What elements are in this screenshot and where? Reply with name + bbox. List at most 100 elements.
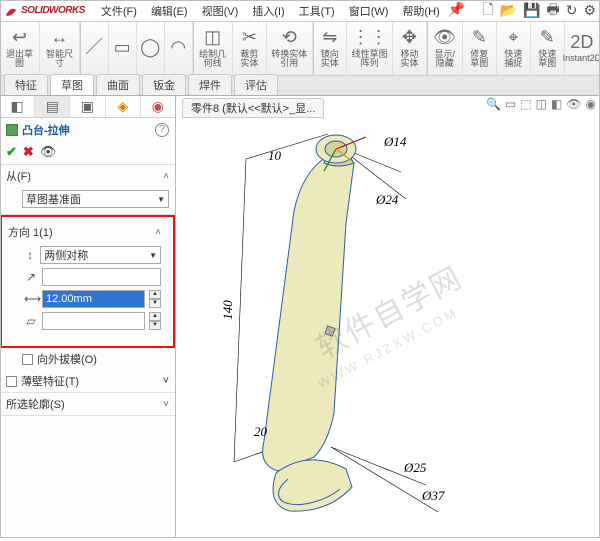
thin-feature-checkbox[interactable] [6,376,17,387]
preview-toggle-icon[interactable]: 👁 [40,144,57,160]
quick-snap-label: 快速捕捉 [501,50,526,70]
line-tool-button[interactable]: ／ [81,22,109,75]
draft-spinner[interactable]: ▲▼ [149,312,161,330]
dim-37: Ø37 [422,488,444,504]
tab-surface[interactable]: 曲面 [96,74,140,95]
section-view-icon[interactable]: ◧ [551,97,562,111]
menu-file[interactable]: 文件(F) [95,1,143,21]
spin-up-icon[interactable]: ▲ [149,312,161,321]
thin-feature-header[interactable]: 薄壁特征(T) ˅ [0,370,175,392]
print-icon[interactable]: 🖶 [546,0,559,23]
quick-access-toolbar: 🗋 📂 💾 🖶 ↻ ⚙ [482,0,596,23]
quick-sketch-button[interactable]: ✎快速草图 [531,22,565,75]
hide-show-icon[interactable]: 👁 [566,97,581,111]
tab-sketch[interactable]: 草图 [50,74,94,95]
pm-tab-appearance[interactable]: ◉ [141,96,175,117]
direction-1-header[interactable]: 方向 1(1) ˄ [8,221,167,243]
selected-contours-header[interactable]: 所选轮廓(S) ˅ [0,393,175,415]
appearance-icon[interactable]: ◉ [586,97,596,111]
mirror-label: 镜向实体 [317,50,342,70]
draft-field[interactable] [42,312,145,330]
smart-dimension-button[interactable]: ↔智能尺寸 [40,22,80,75]
chevron-up-icon: ˄ [155,227,161,238]
direction-vector-icon[interactable]: ↗ [24,270,38,284]
from-dropdown[interactable]: 草图基准面 ▼ [22,190,169,208]
trim-button[interactable]: ✂裁剪实体 [233,22,267,75]
pm-tab-dim[interactable]: ◈ [106,96,141,117]
help-icon[interactable]: ? [155,123,169,137]
pattern-label: 线性草图阵列 [351,50,388,70]
tab-eval[interactable]: 评估 [234,74,278,95]
zoom-fit-icon[interactable]: 🔍 [486,97,501,111]
dim-140: 140 [220,300,236,320]
chevron-down-icon: ˅ [163,399,169,410]
draw-geometry-button[interactable]: ◫绘制几何线 [193,22,233,75]
move-button[interactable]: ✥移动实体 [393,22,427,75]
depth-spinner[interactable]: ▲▼ [149,290,161,308]
menu-tools[interactable]: 工具(T) [293,1,341,21]
exit-sketch-label: 退出草图 [4,50,35,70]
chevron-up-icon: ˄ [163,171,169,182]
menu-edit[interactable]: 编辑(E) [145,1,194,21]
convert-entities-button[interactable]: ⟲转换实体引用 [267,22,313,75]
spin-up-icon[interactable]: ▲ [149,290,161,299]
command-tabs: 特征 草图 曲面 钣金 焊件 评估 [0,76,600,96]
repair-sketch-button[interactable]: ✎修复草图 [463,22,497,75]
quick-snap-button[interactable]: ⌖快速捕捉 [497,22,531,75]
end-condition-value: 两侧对称 [44,247,88,263]
arc-tool-button[interactable]: ◠ [165,22,193,75]
spin-down-icon[interactable]: ▼ [149,299,161,308]
depth-field[interactable]: 12.00mm [42,290,145,308]
dim-24: Ø24 [376,192,398,208]
new-icon[interactable]: 🗋 [482,0,493,23]
move-label: 移动实体 [397,50,422,70]
document-tab[interactable]: 零件8 (默认<<默认>_显... [182,98,324,118]
tab-weld[interactable]: 焊件 [188,74,232,95]
draft-outward-checkbox[interactable] [22,354,33,365]
pm-tab-property[interactable]: ▤ [35,96,70,117]
end-condition-dropdown[interactable]: 两侧对称 ▼ [40,246,161,264]
options-icon[interactable]: ⚙ [583,2,596,19]
open-icon[interactable]: 📂 [500,2,517,19]
pm-tab-feature-tree[interactable]: ◧ [0,96,35,117]
menu-help[interactable]: 帮助(H) [396,1,445,21]
direction-1-label: 方向 1(1) [8,224,53,240]
selected-contours-label: 所选轮廓(S) [6,396,65,412]
view-orient-icon[interactable]: ⬚ [520,97,531,111]
trim-label: 裁剪实体 [237,50,262,70]
spin-down-icon[interactable]: ▼ [149,321,161,330]
save-icon[interactable]: 💾 [523,2,540,19]
menu-view[interactable]: 视图(V) [196,1,245,21]
tab-sheet[interactable]: 钣金 [142,74,186,95]
zoom-area-icon[interactable]: ▭ [505,97,516,111]
dim-10: 10 [268,148,281,164]
from-group-header[interactable]: 从(F) ˄ [0,165,175,187]
rebuild-icon[interactable]: ↻ [566,2,578,19]
pattern-button[interactable]: ⋮⋮线性草图阵列 [347,22,393,75]
draw-geometry-label: 绘制几何线 [197,50,228,70]
draft-icon[interactable]: ▱ [24,314,38,328]
instant2d-button[interactable]: 2DInstant2D [565,22,600,75]
rect-tool-button[interactable]: ▭ [109,22,137,75]
tab-feature[interactable]: 特征 [4,74,48,95]
cancel-button[interactable]: ✖ [23,144,34,160]
show-hide-button[interactable]: 👁显示/隐藏 [428,22,463,75]
ok-button[interactable]: ✔ [6,144,17,160]
property-manager: ◧ ▤ ▣ ◈ ◉ 凸台-拉伸 ? ✔ ✖ 👁 从(F) ˄ 草图基准面 [0,96,176,538]
graphics-area[interactable]: 零件8 (默认<<默认>_显... 🔍 ▭ ⬚ ◫ ◧ 👁 ◉ [176,96,600,538]
mirror-button[interactable]: ⇋镜向实体 [313,22,347,75]
exit-sketch-button[interactable]: ↩退出草图 [0,22,40,75]
reverse-direction-icon[interactable]: ↕ [24,248,36,262]
menu-insert[interactable]: 插入(I) [246,1,290,21]
smart-dimension-label: 智能尺寸 [44,50,75,70]
menu-window[interactable]: 窗口(W) [343,1,395,21]
circle-tool-button[interactable]: ◯ [137,22,165,75]
dim-25: Ø25 [404,460,426,476]
feature-title: 凸台-拉伸 [22,122,70,138]
menu-pin-icon[interactable]: 📌 [448,1,465,21]
display-style-icon[interactable]: ◫ [536,97,547,111]
direction-vector-field[interactable] [42,268,161,286]
depth-value: 12.00mm [46,293,92,305]
ribbon: ↩退出草图 ↔智能尺寸 ／ ▭ ◯ ◠ ◫绘制几何线 ✂裁剪实体 ⟲转换实体引用… [0,22,600,76]
pm-tab-config[interactable]: ▣ [70,96,105,117]
